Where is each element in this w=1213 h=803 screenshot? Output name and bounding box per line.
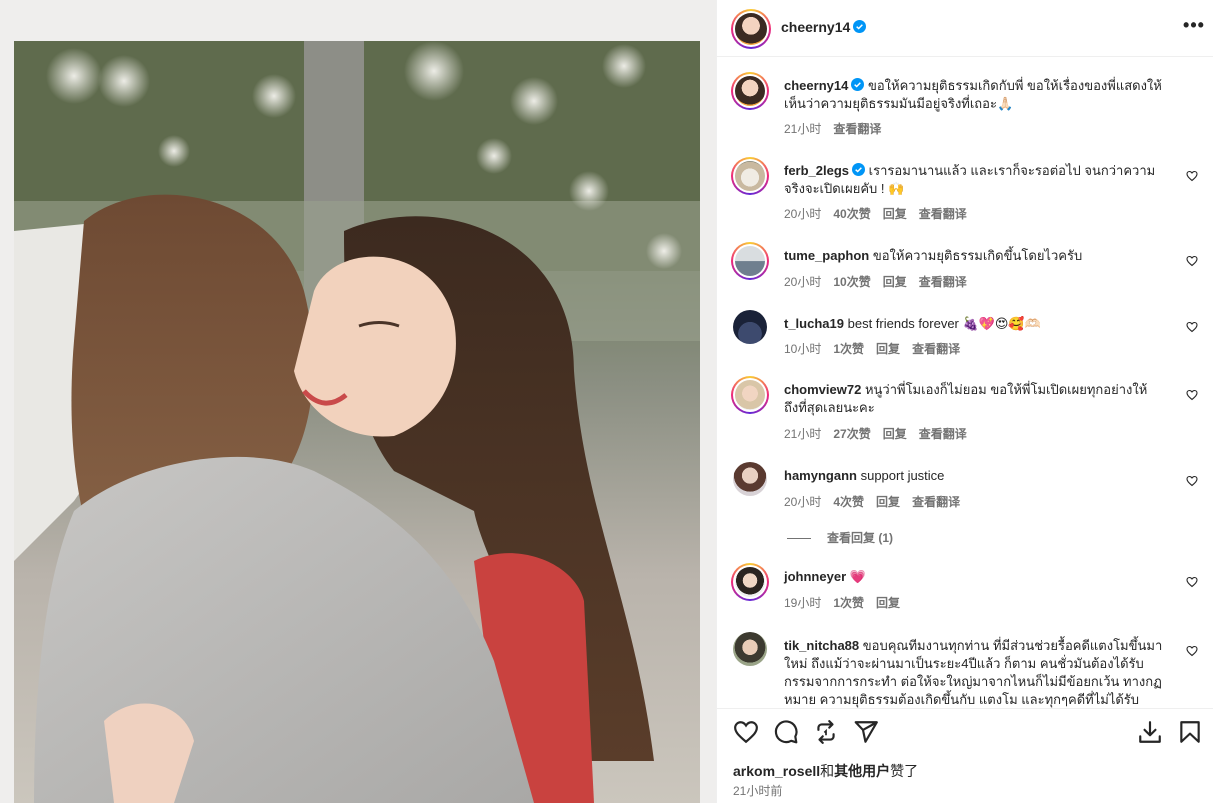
reply-button[interactable]: 回复 <box>883 427 907 441</box>
media-panel <box>0 0 716 803</box>
comment-icon[interactable] <box>773 719 799 745</box>
caption-text-block: cheerny14 ขอให้ความยุติธรรมเกิดกับพี่ ขอ… <box>784 77 1168 113</box>
action-bar <box>717 709 1213 757</box>
post-timestamp[interactable]: 21小时前 <box>733 782 782 799</box>
comment-time[interactable]: 19小时 <box>784 596 821 610</box>
post-footer: arkom_rosell和其他用户赞了 21小时前 <box>717 708 1213 803</box>
save-icon[interactable] <box>1137 719 1163 745</box>
translate-button[interactable]: 查看翻译 <box>919 275 967 289</box>
comment-meta: 21小时 27次赞 回复 查看翻译 <box>784 425 979 442</box>
liked-by-text: arkom_rosell和其他用户赞了 <box>733 761 918 781</box>
repost-icon[interactable] <box>813 719 839 745</box>
post-side-panel: cheerny14 ••• cheerny14 ขอให้ความยุติธรร… <box>716 0 1213 803</box>
comment-time[interactable]: 20小时 <box>784 275 821 289</box>
replies-divider <box>787 538 811 540</box>
comment-text-block: tik_nitcha88 ขอบคุณทีมงานทุกท่าน ที่มีส่… <box>784 637 1168 708</box>
comment-text-block: hamyngann support justice <box>784 467 1168 485</box>
translate-button[interactable]: 查看翻译 <box>912 342 960 356</box>
comment-likes[interactable]: 1次赞 <box>833 342 864 356</box>
comment-avatar[interactable] <box>733 310 767 344</box>
caption-avatar[interactable] <box>731 72 769 110</box>
comment-author[interactable]: tik_nitcha88 <box>784 638 859 653</box>
liked-by-and: 和 <box>820 763 835 779</box>
caption-translate[interactable]: 查看翻译 <box>833 122 881 136</box>
comment-time[interactable]: 21小时 <box>784 427 821 441</box>
comment-likes[interactable]: 27次赞 <box>833 427 870 441</box>
comment-meta: 19小时 1次赞 回复 <box>784 594 912 611</box>
comment-avatar[interactable] <box>731 242 769 280</box>
comment-avatar[interactable] <box>731 157 769 195</box>
reply-button[interactable]: 回复 <box>876 495 900 509</box>
comment-time[interactable]: 20小时 <box>784 207 821 221</box>
reply-button[interactable]: 回复 <box>876 596 900 610</box>
comment-text-block: tume_paphon ขอให้ความยุติธรรมเกิดขึ้นโดย… <box>784 247 1168 265</box>
author-username[interactable]: cheerny14 <box>781 19 850 35</box>
verified-badge-icon <box>851 78 865 91</box>
comment-text-block: t_lucha19 best friends forever 🍇💖😍🥰🫶🏻 <box>784 315 1168 333</box>
post-header: cheerny14 ••• <box>717 0 1213 57</box>
caption-author[interactable]: cheerny14 <box>784 78 848 93</box>
liked-by-others[interactable]: 其他用户 <box>834 763 890 779</box>
comment-text-block: chomview72 หนูว่าพี่โมเองก็ไม่ยอม ขอให้พ… <box>784 381 1168 417</box>
comments-list[interactable]: cheerny14 ขอให้ความยุติธรรมเกิดกับพี่ ขอ… <box>717 58 1213 708</box>
post-photo[interactable] <box>14 41 700 803</box>
comment-time[interactable]: 20小时 <box>784 495 821 509</box>
reply-button[interactable]: 回复 <box>876 342 900 356</box>
like-comment-heart-icon[interactable] <box>1186 321 1198 333</box>
comment-meta: 20小时 10次赞 回复 查看翻译 <box>784 273 979 290</box>
comment-time[interactable]: 10小时 <box>784 342 821 356</box>
comment-meta: 20小时 40次赞 回复 查看翻译 <box>784 205 979 222</box>
view-replies-label[interactable]: 查看回复 (1) <box>827 531 893 545</box>
bookmark-icon[interactable] <box>1177 719 1203 745</box>
comment-avatar[interactable] <box>731 376 769 414</box>
reply-button[interactable]: 回复 <box>883 207 907 221</box>
heart-icon[interactable] <box>733 719 759 745</box>
comment-author[interactable]: t_lucha19 <box>784 316 844 331</box>
comment-likes[interactable]: 4次赞 <box>833 495 864 509</box>
like-comment-heart-icon[interactable] <box>1186 170 1198 182</box>
translate-button[interactable]: 查看翻译 <box>919 207 967 221</box>
comment-author[interactable]: hamyngann <box>784 468 857 483</box>
more-options-icon[interactable]: ••• <box>1182 16 1206 38</box>
author-avatar[interactable] <box>731 9 771 49</box>
comment-text: best friends forever 🍇💖😍🥰🫶🏻 <box>847 316 1041 331</box>
like-comment-heart-icon[interactable] <box>1186 475 1198 487</box>
verified-badge-icon <box>852 163 866 176</box>
like-comment-heart-icon[interactable] <box>1186 255 1198 267</box>
comment-text-block: ferb_2legs เรารอมานานแล้ว และเราก็จะรอต่… <box>784 162 1168 198</box>
comment-author[interactable]: chomview72 <box>784 382 861 397</box>
comment-text: 💗 <box>849 569 866 584</box>
author-username-row[interactable]: cheerny14 <box>781 19 867 35</box>
comment-avatar[interactable] <box>733 462 767 496</box>
reply-button[interactable]: 回复 <box>883 275 907 289</box>
share-icon[interactable] <box>853 719 879 745</box>
like-comment-heart-icon[interactable] <box>1186 389 1198 401</box>
comment-author[interactable]: ferb_2legs <box>784 163 849 178</box>
liked-by-user[interactable]: arkom_rosell <box>733 763 820 779</box>
like-comment-heart-icon[interactable] <box>1186 576 1198 588</box>
caption-meta: 21小时 查看翻译 <box>784 120 893 137</box>
comment-likes[interactable]: 40次赞 <box>833 207 870 221</box>
comment-avatar[interactable] <box>731 563 769 601</box>
translate-button[interactable]: 查看翻译 <box>912 495 960 509</box>
comment-meta: 20小时 4次赞 回复 查看翻译 <box>784 493 972 510</box>
like-comment-heart-icon[interactable] <box>1186 645 1198 657</box>
comment-text-block: johnneyer 💗 <box>784 568 1168 586</box>
comment-author[interactable]: tume_paphon <box>784 248 869 263</box>
comment-likes[interactable]: 10次赞 <box>833 275 870 289</box>
translate-button[interactable]: 查看翻译 <box>919 427 967 441</box>
comment-text: ขอให้ความยุติธรรมเกิดขึ้นโดยไวครับ <box>872 248 1083 263</box>
comment-likes[interactable]: 1次赞 <box>833 596 864 610</box>
photo-illustration <box>14 41 700 803</box>
comment-author[interactable]: johnneyer <box>784 569 846 584</box>
liked-by-suffix: 赞了 <box>890 763 919 779</box>
verified-badge-icon <box>853 20 867 33</box>
caption-time[interactable]: 21小时 <box>784 122 821 136</box>
comment-avatar[interactable] <box>733 632 767 666</box>
comment-text: support justice <box>860 468 945 483</box>
comment-meta: 10小时 1次赞 回复 查看翻译 <box>784 340 972 357</box>
view-replies-button[interactable]: 查看回复 (1) <box>787 529 893 546</box>
